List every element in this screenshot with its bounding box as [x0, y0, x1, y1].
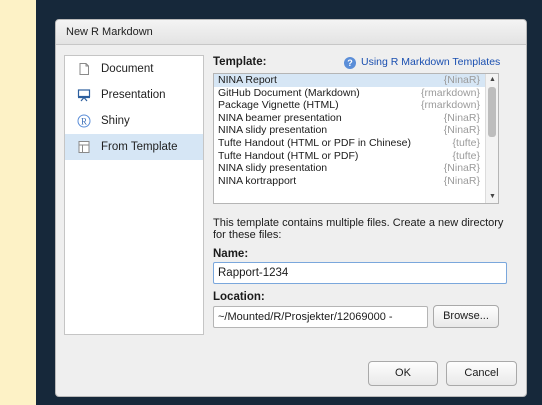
template-name: NINA kortrapport — [218, 174, 297, 187]
template-package: {tufte} — [452, 149, 480, 162]
sidebar-item-document[interactable]: Document — [65, 56, 203, 82]
template-name: Tufte Handout (HTML or PDF) — [218, 149, 359, 162]
template-package: {NinaR} — [443, 124, 480, 137]
template-row[interactable]: NINA kortrapport {NinaR} — [214, 175, 498, 188]
template-label: Template: — [213, 56, 267, 68]
template-row[interactable]: Package Vignette (HTML) {rmarkdown} — [214, 99, 498, 112]
template-package: {NinaR} — [443, 174, 480, 187]
sidebar-item-from-template[interactable]: From Template — [65, 134, 203, 160]
scroll-thumb[interactable] — [488, 87, 496, 137]
template-package: {NinaR} — [443, 162, 480, 175]
name-label: Name: — [213, 248, 249, 260]
shiny-icon: R — [77, 114, 91, 128]
sidebar-item-label: Document — [101, 63, 154, 75]
svg-text:R: R — [81, 116, 87, 126]
sidebar-item-presentation[interactable]: Presentation — [65, 82, 203, 108]
template-package: {rmarkdown} — [421, 86, 480, 99]
sidebar-item-label: From Template — [101, 141, 178, 153]
template-row-nina-report[interactable]: NINA Report {NinaR} — [214, 74, 498, 87]
help-link-text: Using R Markdown Templates — [361, 56, 501, 68]
location-field[interactable]: ~/Mounted/R/Prosjekter/12069000 - — [213, 306, 428, 328]
template-package: {NinaR} — [443, 111, 480, 124]
template-name: GitHub Document (Markdown) — [218, 86, 360, 99]
sidebar-item-label: Shiny — [101, 115, 130, 127]
template-row[interactable]: NINA beamer presentation {NinaR} — [214, 112, 498, 125]
template-list[interactable]: NINA Report {NinaR} GitHub Document (Mar… — [213, 73, 499, 204]
template-name: NINA Report — [218, 74, 277, 86]
scroll-down-icon[interactable]: ▼ — [488, 192, 497, 202]
sidebar-item-shiny[interactable]: R Shiny — [65, 108, 203, 134]
document-icon — [77, 62, 91, 76]
browse-button[interactable]: Browse... — [433, 305, 499, 328]
template-name: Package Vignette (HTML) — [218, 99, 339, 112]
help-icon: ? — [344, 57, 356, 69]
template-icon — [77, 140, 91, 154]
template-row[interactable]: NINA slidy presentation {NinaR} — [214, 162, 498, 175]
template-package: {rmarkdown} — [421, 99, 480, 112]
template-name: NINA slidy presentation — [218, 124, 328, 137]
dialog-title: New R Markdown — [56, 20, 526, 45]
template-description: This template contains multiple files. C… — [213, 217, 504, 241]
new-rmarkdown-dialog: New R Markdown Document Presentation R S… — [55, 19, 527, 397]
template-name: NINA slidy presentation — [218, 162, 328, 175]
cancel-button[interactable]: Cancel — [446, 361, 517, 386]
format-sidebar: Document Presentation R Shiny From Templ… — [64, 55, 204, 335]
template-package: {tufte} — [452, 136, 480, 149]
template-list-scrollbar[interactable]: ▲ ▼ — [485, 74, 498, 203]
name-input[interactable] — [213, 262, 507, 284]
presentation-icon — [77, 88, 91, 102]
template-row[interactable]: Tufte Handout (HTML or PDF) {tufte} — [214, 150, 498, 163]
template-row[interactable]: GitHub Document (Markdown) {rmarkdown} — [214, 87, 498, 100]
template-row[interactable]: NINA slidy presentation {NinaR} — [214, 124, 498, 137]
sidebar-item-label: Presentation — [101, 89, 166, 101]
template-row[interactable]: Tufte Handout (HTML or PDF in Chinese) {… — [214, 137, 498, 150]
template-package: {NinaR} — [443, 74, 480, 86]
template-name: Tufte Handout (HTML or PDF in Chinese) — [218, 136, 411, 149]
help-link[interactable]: ? Using R Markdown Templates — [344, 56, 500, 69]
location-label: Location: — [213, 291, 265, 303]
scroll-up-icon[interactable]: ▲ — [488, 75, 497, 85]
template-name: NINA beamer presentation — [218, 111, 342, 124]
ok-button[interactable]: OK — [368, 361, 438, 386]
